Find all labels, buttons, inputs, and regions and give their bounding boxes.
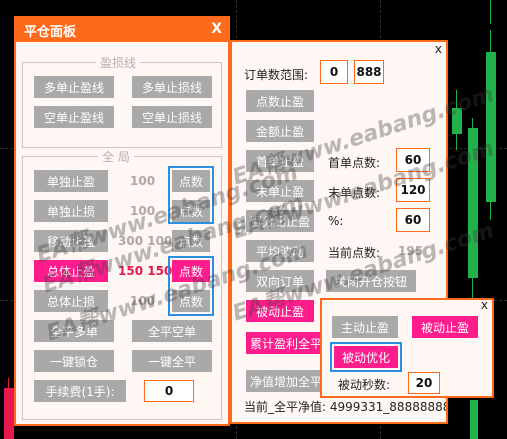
single-sl-value: 100 <box>130 204 156 218</box>
total-tp-button[interactable]: 总体止盈 <box>34 260 108 282</box>
two-way-order-button[interactable]: 双向订单 <box>246 270 314 292</box>
highlight-box <box>168 256 214 316</box>
candle-red <box>4 388 14 439</box>
cumulative-profit-close-button[interactable]: 累计盈利全平 <box>246 332 330 354</box>
single-tp-value: 100 <box>130 174 156 188</box>
last-order-tp-button[interactable]: 末单止盈 <box>246 180 314 202</box>
candle-wick <box>472 118 473 298</box>
order-range-label: 订单数范围: <box>244 68 309 82</box>
percent-label: %: <box>328 214 344 228</box>
passive-seconds-label: 被动秒数: <box>338 378 391 392</box>
close-panel: 平仓面板 X 盈损线 多单止盈线 多单止损线 空单止盈线 空单止损线 全 局 单… <box>14 16 230 426</box>
candle-wick <box>490 0 491 24</box>
group-sl-tp-title: 盈损线 <box>96 54 141 71</box>
single-tp-button[interactable]: 单独止盈 <box>34 170 108 192</box>
last-points-input[interactable]: 120 <box>396 178 430 202</box>
amount-tp-button[interactable]: 金额止盈 <box>246 120 314 142</box>
candle-wick <box>490 30 491 220</box>
order-range-from-input[interactable]: 0 <box>320 60 348 84</box>
panel-title-bar[interactable]: 平仓面板 X <box>16 18 228 42</box>
buy-sl-line-button[interactable]: 多单止损线 <box>132 76 212 98</box>
total-sl-button[interactable]: 总体止损 <box>34 290 108 312</box>
candle-wick <box>456 90 457 150</box>
percent-tp-button[interactable]: 百分比止盈 <box>246 210 314 232</box>
candle-green <box>468 128 478 278</box>
percent-input[interactable]: 60 <box>396 208 430 232</box>
close-icon[interactable]: X <box>211 21 222 37</box>
sell-sl-line-button[interactable]: 空单止损线 <box>132 106 212 128</box>
total-tp-value: 150 150 <box>118 264 173 278</box>
close-icon[interactable]: x <box>435 42 442 56</box>
first-order-tp-button[interactable]: 首单止盈 <box>246 150 314 172</box>
current-close-equity-status: 当前_全平净值: 4999331_8888888888 <box>244 400 446 414</box>
trailing-tp-button[interactable]: 移动止盈 <box>34 230 108 252</box>
current-points-label: 当前点数: <box>328 246 381 260</box>
buy-tp-line-button[interactable]: 多单止盈线 <box>34 76 114 98</box>
points-tp-button[interactable]: 点数止盈 <box>246 90 314 112</box>
panel-title: 平仓面板 <box>24 25 77 40</box>
fee-input[interactable]: 0 <box>144 380 194 402</box>
current-points-value: 195 <box>398 244 424 258</box>
highlight-box <box>168 166 214 224</box>
trailing-tp-value: 300 100 <box>118 234 173 248</box>
order-range-to-input[interactable]: 888 <box>354 60 384 84</box>
candle-green <box>452 108 462 134</box>
close-icon[interactable]: x <box>481 298 488 312</box>
passive-seconds-input[interactable]: 20 <box>408 372 440 394</box>
fee-label: 手续费(1手): <box>34 380 126 402</box>
equity-increase-close-button[interactable]: 净值增加全平 <box>246 370 330 392</box>
total-sl-value: 100 <box>130 294 156 308</box>
last-points-label: 末单点数: <box>328 186 381 200</box>
first-points-input[interactable]: 60 <box>396 148 430 172</box>
single-sl-button[interactable]: 单独止损 <box>34 200 108 222</box>
candle-green <box>486 52 496 202</box>
active-tp-button[interactable]: 主动止盈 <box>332 316 398 338</box>
close-all-sell-button[interactable]: 全平空单 <box>132 320 212 342</box>
one-click-lock-button[interactable]: 一键锁仓 <box>34 350 114 372</box>
disable-open-buttons-button[interactable]: 关闭开仓按钮 <box>326 270 416 292</box>
group-global-title: 全 局 <box>98 148 134 165</box>
passive-tp-button[interactable]: 被动止盈 <box>412 316 478 338</box>
candle-green <box>470 400 478 439</box>
sell-tp-line-button[interactable]: 空单止盈线 <box>34 106 114 128</box>
close-all-buy-button[interactable]: 全平多单 <box>34 320 114 342</box>
highlight-box <box>330 342 402 372</box>
group-sl-tp-lines <box>22 62 222 148</box>
trailing-tp-mode-button[interactable]: 点数 <box>172 230 210 252</box>
passive-tp-popup: x 主动止盈 被动止盈 被动优化 被动秒数: 20 <box>320 298 494 398</box>
candle-wick <box>8 378 9 439</box>
average-swing-button[interactable]: 平均波动 <box>246 240 314 262</box>
one-click-close-all-button[interactable]: 一键全平 <box>132 350 212 372</box>
first-points-label: 首单点数: <box>328 156 381 170</box>
passive-tp-toggle-button[interactable]: 被动止盈 <box>246 300 314 322</box>
